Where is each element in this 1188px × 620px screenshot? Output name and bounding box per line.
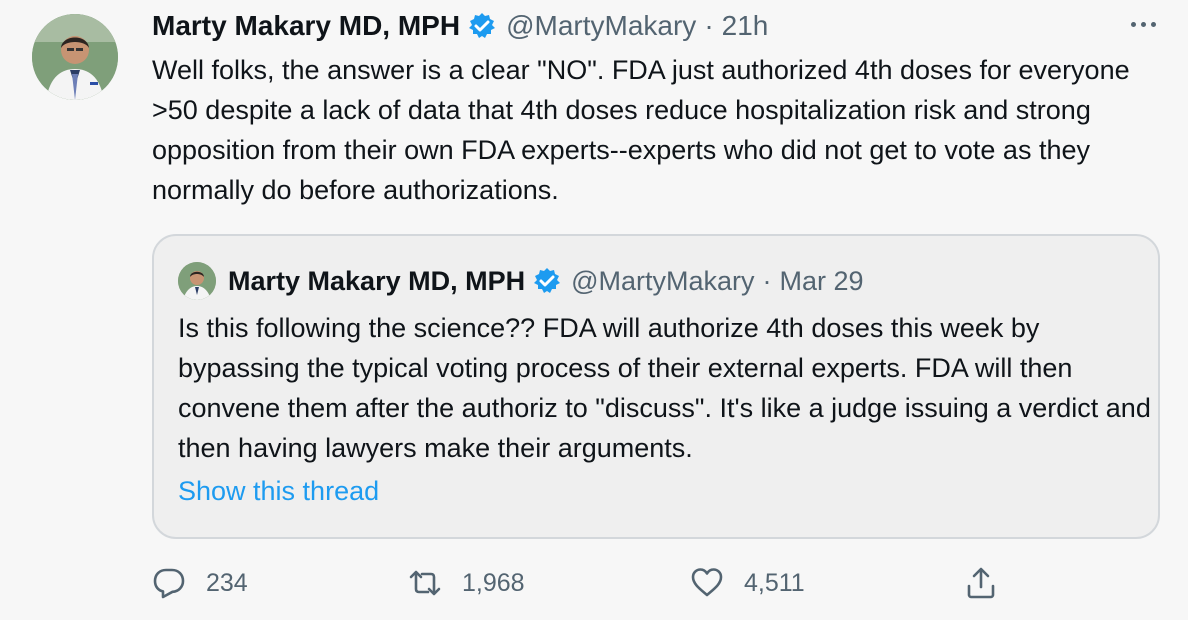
quoted-author-handle: @MartyMakary [571,265,755,296]
tweet: Marty Makary MD, MPH @MartyMakary · 21h … [0,0,1188,620]
share-icon [967,567,995,599]
quoted-tweet[interactable]: Marty Makary MD, MPH @MartyMakary · Mar … [152,234,1160,539]
retweet-count: 1,968 [462,568,525,597]
tweet-text: Well folks, the answer is a clear "NO". … [152,55,1130,205]
reply-count: 234 [206,568,248,597]
retweet-button[interactable]: 1,968 [408,560,525,606]
quoted-author-avatar [178,262,216,300]
header-separator: · [704,10,714,41]
show-thread-link[interactable]: Show this thread [178,476,379,507]
verified-badge-icon [533,267,561,295]
heart-icon [691,568,723,597]
quoted-header-separator: · [762,265,772,296]
quoted-tweet-text: Is this following the science?? FDA will… [178,313,1151,463]
retweet-icon [409,570,441,596]
author-avatar[interactable] [32,14,118,100]
reply-button[interactable]: 234 [152,560,248,606]
more-horizontal-icon[interactable] [1126,12,1160,36]
share-button[interactable] [964,560,998,606]
author-name[interactable]: Marty Makary MD, MPH [152,10,460,42]
quoted-author-name: Marty Makary MD, MPH [228,265,526,296]
like-count: 4,511 [744,568,805,597]
verified-badge-icon [468,12,496,40]
tweet-actions: 234 1,968 4,511 [152,560,1012,606]
quoted-tweet-timestamp: Mar 29 [779,265,864,296]
tweet-timestamp[interactable]: 21h [722,10,769,42]
author-handle[interactable]: @MartyMakary [506,10,696,42]
tweet-header: Marty Makary MD, MPH @MartyMakary · 21h [152,4,768,48]
quoted-tweet-header: Marty Makary MD, MPH @MartyMakary · Mar … [228,260,864,302]
like-button[interactable]: 4,511 [690,560,805,606]
reply-icon [153,568,185,599]
